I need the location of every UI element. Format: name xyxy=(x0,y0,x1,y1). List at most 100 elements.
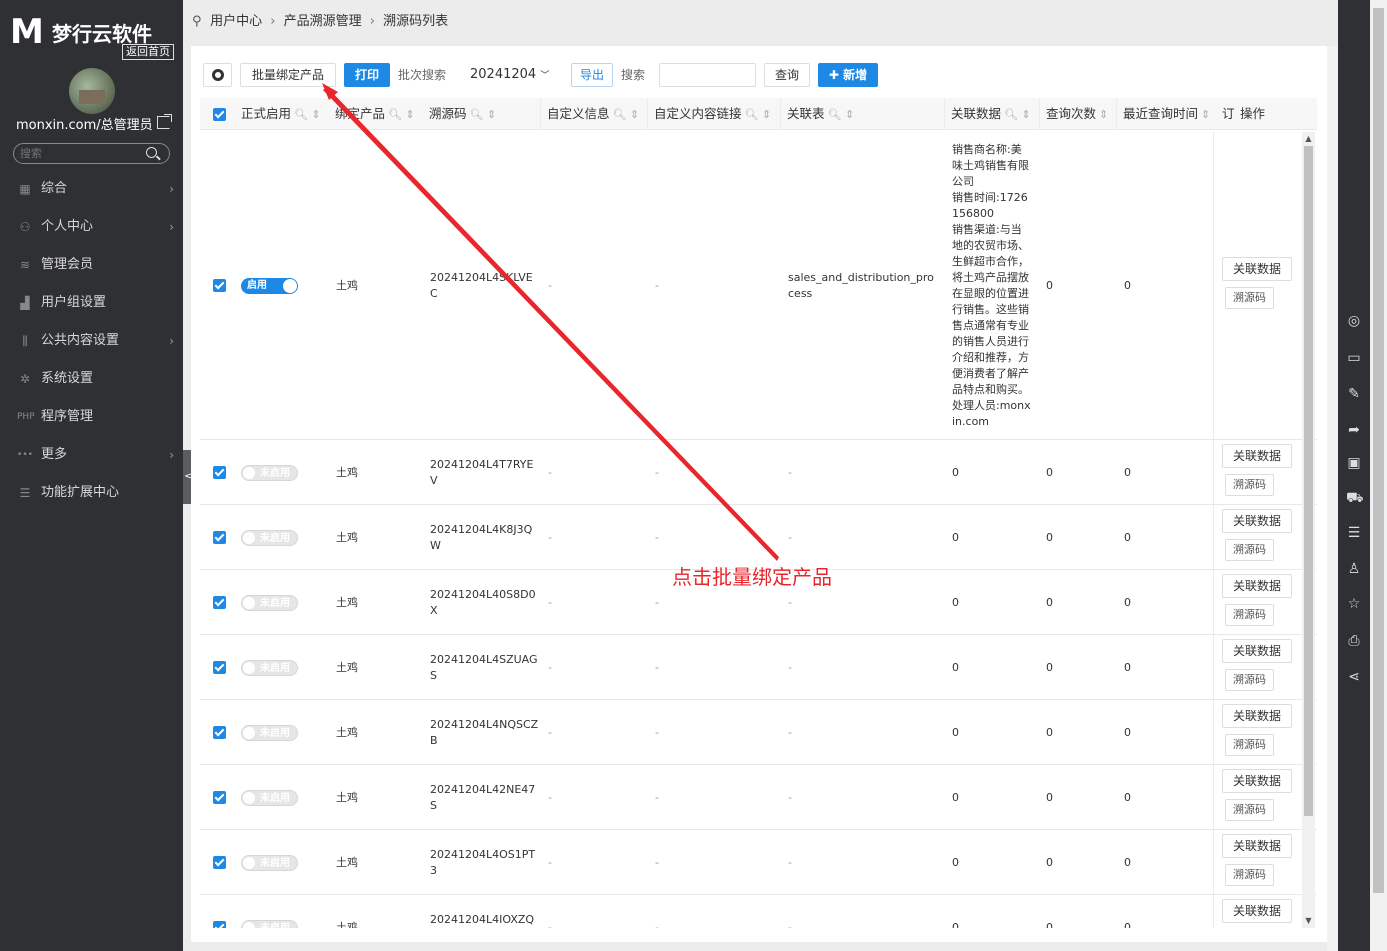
row-checkbox[interactable] xyxy=(213,725,226,739)
share-icon[interactable]: ⋖ xyxy=(1346,669,1362,685)
sidebar-item-7[interactable]: ••• 更多 › xyxy=(0,436,183,474)
message-icon[interactable]: ▭ xyxy=(1346,350,1362,366)
sidebar-item-4[interactable]: ⫼ 公共内容设置 › xyxy=(0,322,183,360)
toggle-knob xyxy=(243,726,255,739)
row-checkbox[interactable] xyxy=(213,855,226,869)
trace-code-button[interactable]: 溯源码 xyxy=(1225,603,1274,626)
home-link[interactable]: 返回首页 xyxy=(122,44,174,60)
related-data-button[interactable]: 关联数据 xyxy=(1222,768,1292,793)
sidebar-item-label: 公共内容设置 xyxy=(41,333,120,348)
print-button[interactable]: 打印 xyxy=(344,63,390,87)
related-data-button[interactable]: 关联数据 xyxy=(1222,703,1292,728)
row-checkbox[interactable] xyxy=(213,790,226,804)
col-custom-info[interactable]: 自定义信息 🔍︎ ⇕ xyxy=(540,98,647,130)
list-icon[interactable]: ☰ xyxy=(1346,525,1362,541)
col-custom-link[interactable]: 自定义内容链接 🔍︎ ⇕ xyxy=(647,98,780,130)
trace-code-button[interactable]: 溯源码 xyxy=(1225,863,1274,886)
col-enabled[interactable]: 正式启用 🔍︎ ⇕ xyxy=(235,98,329,130)
row-checkbox[interactable] xyxy=(213,595,226,609)
search-input[interactable] xyxy=(659,63,756,87)
sidebar-item-6[interactable]: PHP 程序管理 xyxy=(0,398,183,436)
enable-toggle[interactable]: 未启用 xyxy=(241,854,298,871)
batch-select[interactable]: 20241204 ﹀ xyxy=(470,63,549,87)
trace-code-button[interactable]: 溯源码 xyxy=(1225,473,1274,496)
add-button[interactable]: ✚ 新增 xyxy=(818,63,878,87)
user-icon: ⚇ xyxy=(19,220,31,234)
chevron-down-icon: ﹀ xyxy=(540,71,550,81)
cart-icon[interactable]: ⛟ xyxy=(1346,490,1364,506)
related-data-button[interactable]: 关联数据 xyxy=(1222,898,1292,923)
trace-code-button[interactable]: 溯源码 xyxy=(1225,733,1274,756)
enable-toggle[interactable]: 未启用 xyxy=(241,464,298,481)
star-icon[interactable]: ☆ xyxy=(1346,596,1362,612)
code-cell: 20241204L4IOXZQS xyxy=(430,912,535,926)
enable-toggle[interactable]: 未启用 xyxy=(241,594,298,611)
col-rel-data[interactable]: 关联数据 🔍︎ ⇕ xyxy=(944,98,1039,130)
enable-toggle[interactable]: 未启用 xyxy=(241,529,298,546)
row-checkbox[interactable] xyxy=(213,279,226,292)
sidebar-item-8[interactable]: ☰ 功能扩展中心 xyxy=(0,474,183,512)
edit-icon[interactable]: ✎ xyxy=(1346,386,1362,402)
group-icon: ▟ xyxy=(20,296,30,310)
related-data-button[interactable]: 关联数据 xyxy=(1222,638,1292,663)
breadcrumb-user-center[interactable]: 用户中心 xyxy=(210,14,262,29)
search-icon[interactable] xyxy=(146,147,157,158)
enable-toggle[interactable]: 未启用 xyxy=(241,724,298,741)
enable-toggle[interactable]: 未启用 xyxy=(241,789,298,806)
trace-code-button[interactable]: 溯源码 xyxy=(1225,287,1274,309)
related-data-button[interactable]: 关联数据 xyxy=(1222,508,1292,533)
trace-code-button[interactable]: 溯源码 xyxy=(1225,538,1274,561)
related-data-button[interactable]: 关联数据 xyxy=(1222,443,1292,468)
logout-icon[interactable] xyxy=(157,114,172,129)
breadcrumb-product-trace[interactable]: 产品溯源管理 xyxy=(284,14,362,29)
related-data-button[interactable]: 关联数据 xyxy=(1222,257,1292,281)
enable-toggle-label: 未启用 xyxy=(260,597,290,609)
table-scrollbar[interactable]: ▲ ▼ xyxy=(1302,132,1315,928)
custom-link-cell: - xyxy=(655,279,659,292)
page-scrollbar-thumb[interactable] xyxy=(1373,8,1384,893)
share-arrow-icon[interactable]: ➦ xyxy=(1346,422,1362,438)
export-button[interactable]: 导出 xyxy=(571,63,613,87)
batch-bind-button[interactable]: 批量绑定产品 xyxy=(240,63,336,87)
col-rel-table[interactable]: 关联表 🔍︎ ⇕ xyxy=(780,98,944,130)
scroll-down-icon[interactable]: ▼ xyxy=(1304,916,1313,926)
trace-code-button[interactable]: 溯源码 xyxy=(1225,798,1274,821)
gear-icon xyxy=(211,69,224,81)
row-checkbox[interactable] xyxy=(213,660,226,674)
row-checkbox[interactable] xyxy=(213,530,226,544)
custom-link-cell: - xyxy=(655,855,659,869)
related-data-button[interactable]: 关联数据 xyxy=(1222,833,1292,858)
rel-table-cell: - xyxy=(788,790,792,804)
related-data-button[interactable]: 关联数据 xyxy=(1222,573,1292,598)
col-last-query[interactable]: 最近查询时间 ⇕ xyxy=(1116,98,1220,130)
row-checkbox[interactable] xyxy=(213,465,226,479)
last-query-cell: 0 xyxy=(1124,790,1131,804)
avatar[interactable] xyxy=(69,68,115,114)
logo[interactable]: M 梦行云软件 返回首页 xyxy=(10,14,175,62)
product-cell: 土鸡 xyxy=(336,660,358,674)
col-code[interactable]: 溯源码 🔍︎ ⇕ xyxy=(423,98,540,130)
scroll-up-icon[interactable]: ▲ xyxy=(1304,134,1313,144)
settings-button[interactable] xyxy=(203,63,232,87)
qrcode-icon[interactable]: ▣ xyxy=(1346,455,1362,471)
sidebar-item-3[interactable]: ▟ 用户组设置 xyxy=(0,284,183,322)
page-scrollbar[interactable] xyxy=(1370,0,1387,951)
sidebar-item-0[interactable]: ▦ 综合 › xyxy=(0,170,183,208)
select-all-checkbox[interactable] xyxy=(213,108,226,121)
trace-code-button[interactable]: 溯源码 xyxy=(1225,668,1274,691)
enable-toggle[interactable]: 未启用 xyxy=(241,919,298,928)
row-checkbox[interactable] xyxy=(213,920,226,928)
enable-toggle[interactable]: 启用 xyxy=(241,278,298,294)
query-button[interactable]: 查询 xyxy=(764,63,810,87)
person-icon[interactable]: ♙ xyxy=(1346,561,1362,577)
wechat-icon[interactable]: ◎ xyxy=(1346,313,1362,329)
col-product[interactable]: 绑定产品 🔍︎ ⇕ xyxy=(329,98,423,130)
print-icon[interactable]: ⎙ xyxy=(1346,633,1362,649)
sidebar-item-5[interactable]: ✲ 系统设置 xyxy=(0,360,183,398)
sidebar-item-2[interactable]: ≋ 管理会员 xyxy=(0,246,183,284)
enable-toggle[interactable]: 未启用 xyxy=(241,659,298,676)
username[interactable]: monxin.com/总管理员 xyxy=(16,114,153,133)
sidebar-item-1[interactable]: ⚇ 个人中心 › xyxy=(0,208,183,246)
col-query-count[interactable]: 查询次数 ⇕ xyxy=(1039,98,1116,130)
table-scrollbar-thumb[interactable] xyxy=(1304,146,1313,816)
